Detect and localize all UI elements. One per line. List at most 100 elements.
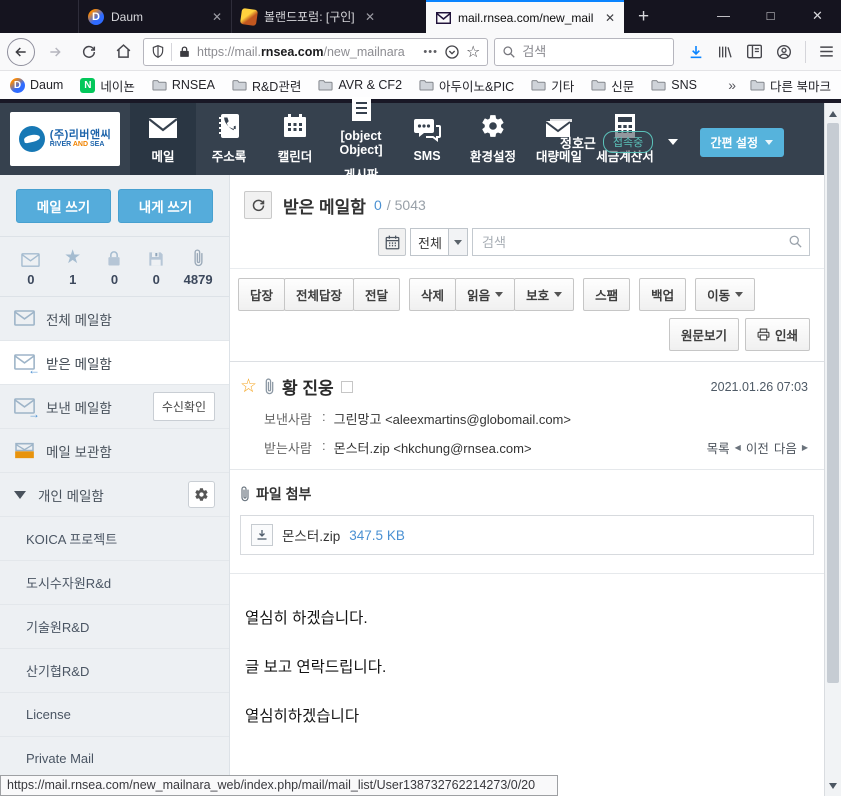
bookmark-folder-rnsea[interactable]: RNSEA [152, 78, 215, 92]
sidebar-item-inbox[interactable]: ← 받은 메일함 [0, 341, 229, 385]
view-source-button[interactable]: 원문보기 [669, 318, 739, 351]
reply-button[interactable]: 답장 [238, 278, 285, 311]
tab-close-icon[interactable]: ✕ [365, 10, 375, 24]
header-nav-calendar[interactable]: 캘린더 [262, 103, 328, 175]
print-button[interactable]: 인쇄 [745, 318, 810, 351]
refresh-button[interactable] [244, 191, 272, 219]
scroll-down-arrow[interactable] [825, 777, 841, 794]
write-to-me-button[interactable]: 내게 쓰기 [118, 189, 213, 223]
tab-daum[interactable]: D Daum ✕ [78, 0, 231, 33]
attachment-item[interactable]: 몬스터.zip 347.5 KB [240, 515, 814, 555]
tab-borland-forum[interactable]: 볼랜드포럼: [구인] H/W 설 ✕ [231, 0, 384, 33]
window-maximize-button[interactable]: □ [747, 0, 794, 33]
header-nav-mail[interactable]: 메일 [130, 103, 196, 175]
prev-link[interactable]: 이전 [746, 438, 769, 457]
forward-button[interactable] [41, 38, 69, 66]
company-logo[interactable]: (주)리버앤씨 RIVER AND SEA [10, 112, 120, 166]
bookmark-naver[interactable]: N 네이뇬 [80, 76, 135, 95]
folder-settings-button[interactable] [188, 481, 215, 508]
url-bar[interactable]: https://mail.rnsea.com/new_mailnara ••• … [143, 38, 488, 66]
backup-button[interactable]: 백업 [639, 278, 686, 311]
bookmark-folder-news[interactable]: 신문 [591, 76, 634, 95]
sidebar-item-tech-rnd[interactable]: 기술원R&D [0, 605, 229, 649]
spam-button[interactable]: 스팸 [583, 278, 630, 311]
counter-unread[interactable]: 0 [10, 247, 52, 287]
bookmark-other-bookmarks[interactable]: 다른 북마크 [750, 76, 831, 95]
quick-settings-button[interactable]: 간편 설정 [700, 128, 785, 157]
protect-button[interactable]: 보호 [514, 278, 574, 311]
counter-attachments[interactable]: 4879 [177, 247, 219, 287]
url-text[interactable]: https://mail.rnsea.com/new_mailnara [197, 45, 417, 59]
window-minimize-button[interactable]: — [700, 0, 747, 33]
message-checkbox[interactable] [341, 381, 353, 393]
mark-read-button[interactable]: 읽음 [455, 278, 515, 311]
counter-starred[interactable]: ★ 1 [52, 247, 94, 287]
attachment-name[interactable]: 몬스터.zip [282, 525, 340, 545]
mail-search-input[interactable] [472, 228, 810, 256]
tab-mail-rnsea[interactable]: mail.rnsea.com/new_mail ✕ [426, 0, 624, 33]
sidebar-item-personal[interactable]: 개인 메일함 [0, 473, 229, 517]
header-nav-sms[interactable]: SMS [394, 103, 460, 175]
bookmarks-overflow-chevron[interactable]: » [728, 77, 736, 93]
counter-saved[interactable]: 0 [135, 247, 177, 287]
home-button[interactable] [109, 38, 137, 66]
user-menu-caret-icon[interactable] [668, 139, 678, 145]
search-icon[interactable] [788, 234, 803, 249]
date-filter-button[interactable] [378, 228, 406, 256]
page-scrollbar[interactable] [824, 103, 841, 796]
from-value[interactable]: 그린망고 <aleexmartins@globomail.com> [334, 409, 571, 428]
menu-icon[interactable] [819, 45, 834, 58]
bookmark-folder-avr[interactable]: AVR & CF2 [318, 78, 402, 92]
forward-button[interactable]: 전달 [353, 278, 400, 311]
header-nav-settings[interactable]: 환경설정 [460, 103, 526, 175]
bookmark-folder-sns[interactable]: SNS [651, 78, 697, 92]
download-icon[interactable] [251, 524, 273, 546]
sidebar-item-sent[interactable]: → 보낸 메일함 수신확인 [0, 385, 229, 429]
reply-all-button[interactable]: 전체답장 [284, 278, 354, 311]
tab-close-icon[interactable]: ✕ [605, 11, 615, 25]
tab-close-icon[interactable]: ✕ [212, 10, 222, 24]
sidebar-item-sangihyup[interactable]: 산기협R&D [0, 649, 229, 693]
header-nav-board[interactable]: [object Object] 게시판 [328, 103, 394, 175]
header-nav-contacts[interactable]: 주소록 [196, 103, 262, 175]
counter-locked[interactable]: 0 [94, 247, 136, 287]
mail-filter-select[interactable]: 전체 [410, 228, 468, 256]
back-button[interactable] [7, 38, 35, 66]
sidebar-item-koica[interactable]: KOICA 프로젝트 [0, 517, 229, 561]
sidebar-item-license[interactable]: License [0, 693, 229, 737]
to-value[interactable]: 몬스터.zip <hkchung@rnsea.com> [334, 438, 532, 457]
lock-icon[interactable] [178, 45, 191, 59]
tracking-shield-icon[interactable] [151, 44, 165, 59]
next-link[interactable]: 다음 [774, 438, 797, 457]
bookmark-star-icon[interactable]: ☆ [466, 42, 480, 62]
scroll-up-arrow[interactable] [825, 105, 841, 122]
list-link[interactable]: 목록 [707, 438, 730, 457]
new-tab-button[interactable]: + [638, 6, 649, 28]
sidebar-item-all-mail[interactable]: 전체 메일함 [0, 297, 229, 341]
pocket-icon[interactable] [444, 44, 460, 60]
collapse-triangle-icon[interactable] [14, 491, 26, 499]
page-actions-icon[interactable]: ••• [423, 46, 438, 58]
account-icon[interactable] [776, 44, 792, 60]
compose-mail-button[interactable]: 메일 쓰기 [16, 189, 111, 223]
read-receipt-button[interactable]: 수신확인 [153, 392, 215, 421]
mail-search-box[interactable] [472, 228, 810, 256]
browser-search-box[interactable] [494, 38, 674, 66]
downloads-icon[interactable] [688, 44, 704, 60]
bookmark-folder-rnd[interactable]: R&D관련 [232, 76, 301, 95]
star-outline-icon[interactable]: ☆ [240, 377, 257, 396]
move-button[interactable]: 이동 [695, 278, 755, 311]
library-icon[interactable] [717, 44, 733, 60]
bookmark-daum[interactable]: D Daum [10, 78, 63, 93]
scrollbar-thumb[interactable] [827, 123, 839, 683]
user-block[interactable]: 정호근 접속중 [560, 131, 678, 153]
sidebar-toggle-icon[interactable] [746, 44, 763, 59]
bookmark-folder-arduino[interactable]: 아두이노&PIC [419, 76, 514, 95]
browser-search-input[interactable] [522, 44, 666, 59]
window-close-button[interactable]: ✕ [794, 0, 841, 33]
reload-button[interactable] [75, 38, 103, 66]
select-caret[interactable] [448, 229, 467, 255]
sidebar-item-urban-water[interactable]: 도시수자원R&d [0, 561, 229, 605]
bookmark-folder-etc[interactable]: 기타 [531, 76, 574, 95]
sidebar-item-archive[interactable]: 메일 보관함 [0, 429, 229, 473]
